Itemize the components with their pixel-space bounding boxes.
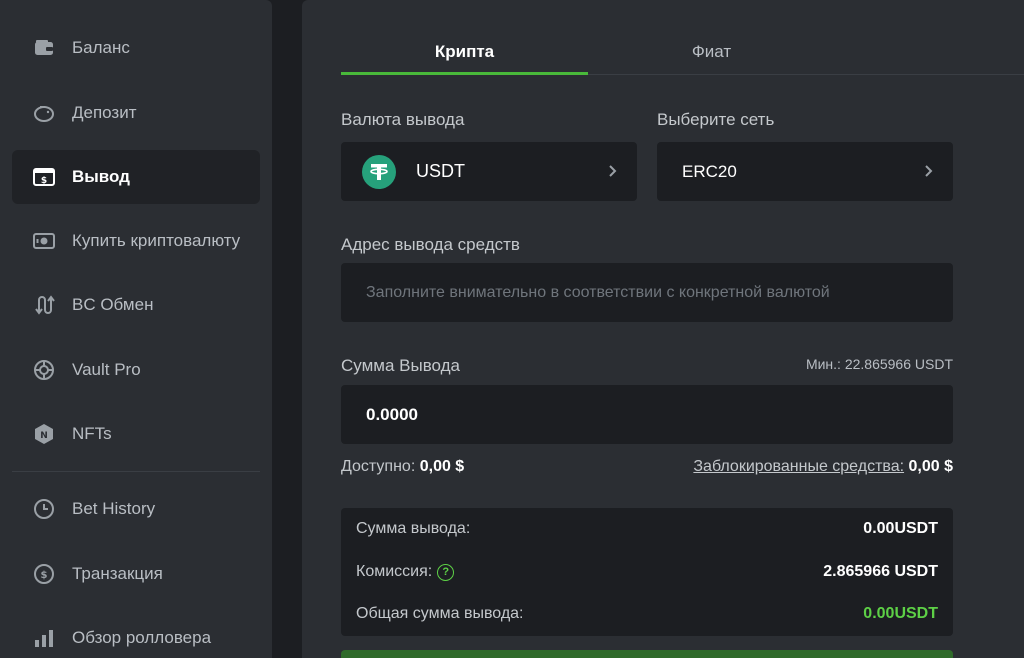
help-icon[interactable]: ? <box>437 563 455 581</box>
tab-bar: Крипта Фиат <box>341 38 1024 75</box>
sidebar-item-bet-history[interactable]: Bet History <box>12 482 260 536</box>
sidebar-divider <box>12 471 260 472</box>
sidebar: Баланс Депозит $ Вывод Купить криптовалю… <box>0 0 272 658</box>
piggy-bank-icon <box>32 101 56 125</box>
tether-icon <box>362 154 396 189</box>
sidebar-item-transaction[interactable]: $ Транзакция <box>12 547 260 601</box>
currency-label: Валюта вывода <box>341 110 465 129</box>
summary-total-label: Общая сумма вывода: <box>356 605 524 622</box>
available-label: Доступно: <box>341 458 416 475</box>
nft-icon: N <box>32 422 56 446</box>
address-input[interactable] <box>341 263 953 322</box>
chevron-right-icon <box>921 164 935 178</box>
currency-select[interactable]: USDT <box>341 142 637 201</box>
sidebar-item-rollover[interactable]: Обзор ролловера <box>12 611 260 658</box>
tab-crypto[interactable]: Крипта <box>341 38 588 75</box>
sidebar-item-label: Купить криптовалюту <box>72 231 241 250</box>
sidebar-item-bc-exchange[interactable]: BC Обмен <box>12 278 260 332</box>
sidebar-item-label: Транзакция <box>72 564 163 583</box>
sidebar-item-label: BC Обмен <box>72 295 154 314</box>
wallet-icon <box>32 36 56 60</box>
locked-funds: Заблокированные средства: 0,00 $ <box>693 458 953 476</box>
summary-row-fee: Комиссия: ? 2.865966 USDT <box>356 560 938 584</box>
cash-icon <box>32 229 56 253</box>
sidebar-item-label: Депозит <box>72 103 137 122</box>
confirm-button[interactable] <box>341 650 953 658</box>
summary-fee-value: 2.865966 USDT <box>823 563 938 580</box>
amount-input[interactable] <box>341 385 953 444</box>
summary-amount-label: Сумма вывода: <box>356 520 471 537</box>
amount-input-wrapper <box>341 385 953 444</box>
withdraw-icon: $ <box>32 165 56 189</box>
bar-chart-icon <box>32 626 56 650</box>
chevron-right-icon <box>605 164 619 178</box>
available-value: 0,00 $ <box>419 458 465 475</box>
locked-funds-link[interactable]: Заблокированные средства: <box>693 458 904 475</box>
withdraw-summary: Сумма вывода: 0.00USDT Комиссия: ? 2.865… <box>341 508 953 636</box>
svg-text:$: $ <box>41 570 48 581</box>
sidebar-item-label: Обзор ролловера <box>72 628 212 647</box>
sidebar-item-vault-pro[interactable]: Vault Pro <box>12 343 260 397</box>
network-label: Выберите сеть <box>657 110 775 129</box>
tab-fiat[interactable]: Фиат <box>588 38 835 74</box>
svg-text:N: N <box>40 431 48 441</box>
sidebar-item-label: NFTs <box>72 424 112 443</box>
sidebar-item-nfts[interactable]: N NFTs <box>12 407 260 461</box>
address-input-wrapper <box>341 263 953 322</box>
vault-icon <box>32 358 56 382</box>
summary-total-value: 0.00USDT <box>863 605 938 622</box>
available-balance: Доступно: 0,00 $ <box>341 458 464 476</box>
svg-text:$: $ <box>41 176 47 186</box>
summary-fee-label: Комиссия: <box>356 563 433 580</box>
sidebar-item-buy-crypto[interactable]: Купить криптовалюту <box>12 214 260 268</box>
address-label: Адрес вывода средств <box>341 235 520 254</box>
sidebar-item-label: Bet History <box>72 499 156 518</box>
transaction-icon: $ <box>32 562 56 586</box>
swap-icon <box>32 293 56 317</box>
withdraw-panel: Крипта Фиат Валюта вывода Выберите сеть … <box>302 0 1024 658</box>
sidebar-item-label: Вывод <box>72 167 130 186</box>
sidebar-item-label: Vault Pro <box>72 360 141 379</box>
min-amount-text: Мин.: 22.865966 USDT <box>805 356 953 372</box>
sidebar-item-withdraw[interactable]: $ Вывод <box>12 150 260 204</box>
sidebar-item-balance[interactable]: Баланс <box>12 21 260 75</box>
clock-icon <box>32 497 56 521</box>
currency-value: USDT <box>416 161 465 181</box>
summary-amount-value: 0.00USDT <box>863 520 938 537</box>
summary-row-total: Общая сумма вывода: 0.00USDT <box>356 602 938 626</box>
summary-row-amount: Сумма вывода: 0.00USDT <box>356 517 938 541</box>
locked-value: 0,00 $ <box>908 458 953 475</box>
amount-label: Сумма Вывода <box>341 356 460 375</box>
network-select[interactable]: ERC20 <box>657 142 953 201</box>
summary-fee-label-wrap: Комиссия: ? <box>356 563 455 581</box>
sidebar-item-label: Баланс <box>72 38 130 57</box>
network-value: ERC20 <box>682 161 737 181</box>
sidebar-item-deposit[interactable]: Депозит <box>12 86 260 140</box>
